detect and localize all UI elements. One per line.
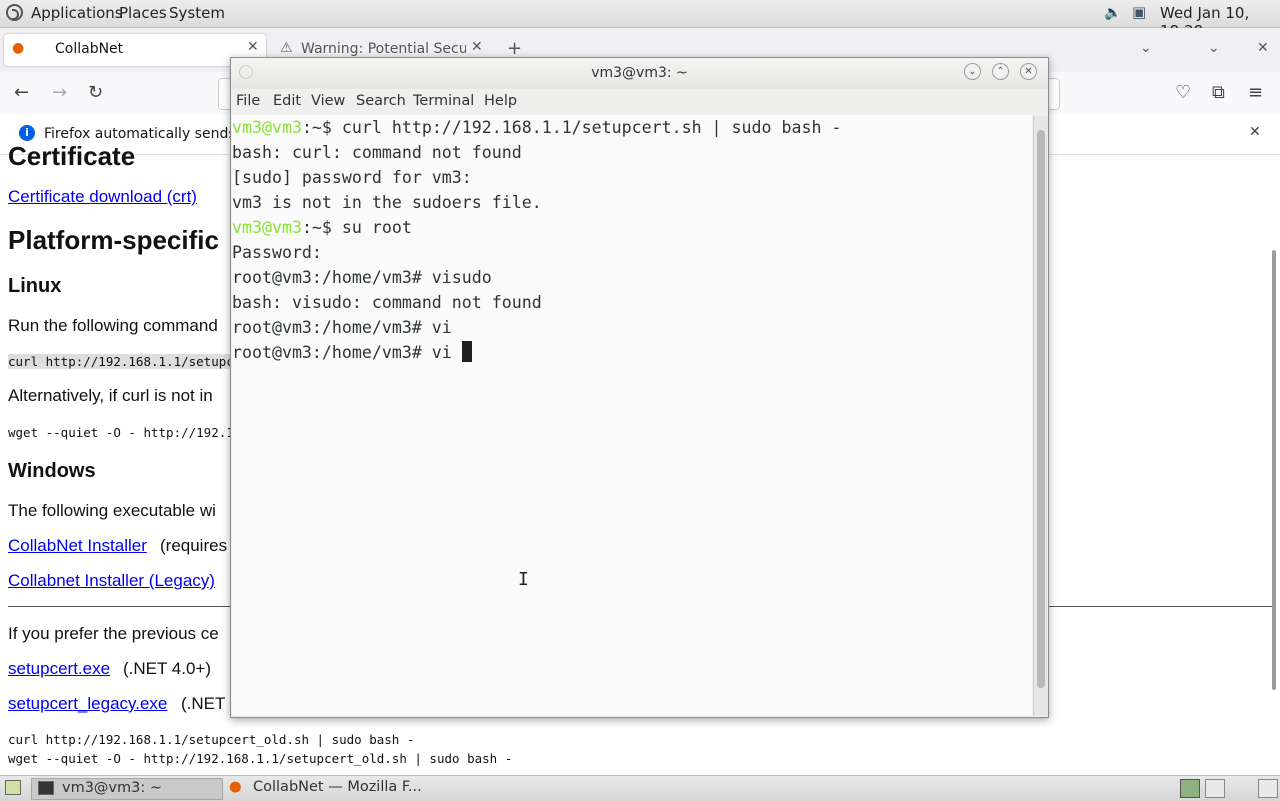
- terminal-line: vm3@vm3:~$ su root: [232, 218, 412, 237]
- workspace-switcher[interactable]: [1180, 779, 1200, 798]
- tab-title: Warning: Potential Secu: [301, 41, 466, 57]
- menu-file[interactable]: File: [236, 93, 260, 109]
- terminal-titlebar[interactable]: vm3@vm3: ~ ⌄ ⌃ ✕: [231, 58, 1048, 89]
- places-menu[interactable]: Places: [119, 4, 167, 22]
- ibeam-cursor-icon: I: [518, 569, 529, 590]
- workspace-2[interactable]: [1205, 779, 1225, 798]
- top-panel: Applications Places System 🔈 ▣ Wed Jan 1…: [0, 0, 1280, 40]
- terminal-window: vm3@vm3: ~ ⌄ ⌃ ✕ File Edit View Search T…: [230, 57, 1049, 718]
- network-icon[interactable]: ▣: [1132, 3, 1146, 21]
- old-wget-code: wget --quiet -O - http://192.168.1.1/set…: [8, 751, 513, 766]
- tab-title: CollabNet: [55, 41, 124, 57]
- alt-text: Alternatively, if curl is not in: [8, 386, 213, 405]
- taskbar: vm3@vm3: ~ ● CollabNet — Mozilla F...: [0, 775, 1280, 801]
- list-tabs-icon[interactable]: ⌄: [1140, 40, 1152, 56]
- system-menu[interactable]: System: [169, 4, 225, 22]
- close-icon[interactable]: ✕: [1020, 63, 1037, 80]
- pocket-icon[interactable]: ♡: [1175, 82, 1191, 103]
- taskbar-item-firefox[interactable]: ● CollabNet — Mozilla F...: [226, 778, 426, 798]
- setupcert-legacy-suffix: (.NET: [181, 694, 226, 713]
- terminal-line: vm3 is not in the sudoers file.: [232, 193, 542, 212]
- menu-terminal[interactable]: Terminal: [413, 93, 474, 109]
- new-tab-icon[interactable]: +: [507, 38, 522, 59]
- platform-heading: Platform-specific: [8, 225, 219, 255]
- back-icon[interactable]: ←: [14, 82, 29, 103]
- extensions-icon[interactable]: ⧉: [1212, 82, 1225, 103]
- close-tab-icon[interactable]: ✕: [247, 39, 259, 55]
- terminal-line: root@vm3:/home/vm3# vi: [232, 318, 452, 337]
- terminal-menubar: File Edit View Search Terminal Help: [231, 89, 1048, 115]
- menu-icon[interactable]: ≡: [1248, 82, 1263, 103]
- certificate-heading: Certificate: [8, 141, 136, 171]
- minimize-icon[interactable]: ⌄: [964, 63, 981, 80]
- terminal-line: Password:: [232, 243, 322, 262]
- menu-help[interactable]: Help: [484, 93, 517, 109]
- old-curl-code: curl http://192.168.1.1/setupcert_old.sh…: [8, 732, 415, 747]
- setupcert-suffix: (.NET 4.0+): [123, 659, 212, 678]
- terminal-line: bash: curl: command not found: [232, 143, 522, 162]
- terminal-line: vm3@vm3:~$ curl http://192.168.1.1/setup…: [232, 118, 842, 137]
- firefox-icon: ●: [12, 40, 25, 56]
- linux-code: curl http://192.168.1.1/setupce: [8, 354, 242, 369]
- firefox-icon: ●: [229, 779, 242, 795]
- warning-icon: ⚠: [280, 40, 293, 56]
- setupcert-link[interactable]: setupcert.exe: [8, 659, 110, 679]
- terminal-line: root@vm3:/home/vm3# vi: [232, 340, 472, 365]
- close-window-icon[interactable]: ✕: [1257, 40, 1269, 56]
- close-notification-icon[interactable]: ✕: [1249, 124, 1261, 140]
- terminal-line: root@vm3:/home/vm3# visudo: [232, 268, 492, 287]
- menu-edit[interactable]: Edit: [273, 93, 301, 109]
- terminal-line: bash: visudo: command not found: [232, 293, 542, 312]
- certificate-download-link[interactable]: Certificate download (crt): [8, 187, 197, 207]
- scrollbar-thumb[interactable]: [1037, 130, 1045, 688]
- tab-collabnet[interactable]: ● CollabNet ✕: [4, 34, 266, 66]
- linux-heading: Linux: [8, 275, 62, 297]
- show-desktop-icon[interactable]: [5, 780, 21, 795]
- page-scrollbar[interactable]: [1272, 250, 1276, 690]
- collabnet-installer-link[interactable]: CollabNet Installer: [8, 536, 147, 556]
- text-cursor: [461, 341, 472, 362]
- close-tab-icon[interactable]: ✕: [471, 39, 483, 55]
- windows-text: The following executable wi: [8, 501, 216, 520]
- forward-icon[interactable]: →: [52, 82, 67, 103]
- setupcert-legacy-link[interactable]: setupcert_legacy.exe: [8, 694, 167, 714]
- windows-heading: Windows: [8, 460, 96, 482]
- reload-icon[interactable]: ↻: [88, 82, 103, 103]
- taskbar-item-terminal[interactable]: vm3@vm3: ~: [31, 778, 223, 800]
- terminal-output[interactable]: vm3@vm3:~$ curl http://192.168.1.1/setup…: [232, 115, 1032, 715]
- legacy-installer-link[interactable]: Collabnet Installer (Legacy): [8, 571, 215, 591]
- terminal-icon: [38, 781, 54, 795]
- notification-text: Firefox automatically sends s: [44, 126, 248, 142]
- info-icon: i: [19, 125, 35, 141]
- menu-search[interactable]: Search: [356, 93, 406, 109]
- linux-text: Run the following command: [8, 316, 218, 335]
- trash-icon[interactable]: [1258, 779, 1278, 798]
- taskbar-label: vm3@vm3: ~: [62, 780, 163, 796]
- taskbar-label: CollabNet — Mozilla F...: [253, 779, 422, 795]
- applications-menu[interactable]: Applications: [31, 4, 123, 22]
- distro-logo-icon[interactable]: [6, 4, 23, 21]
- terminal-scrollbar[interactable]: [1033, 116, 1048, 716]
- wget-code: wget --quiet -O - http://192.16: [8, 425, 242, 440]
- terminal-title: vm3@vm3: ~: [591, 65, 688, 81]
- installer-suffix: (requires: [160, 536, 228, 555]
- maximize-icon[interactable]: ⌃: [992, 63, 1009, 80]
- volume-icon[interactable]: 🔈: [1104, 5, 1121, 21]
- prefer-text: If you prefer the previous ce: [8, 624, 219, 643]
- terminal-line: [sudo] password for vm3:: [232, 168, 472, 187]
- minimize-icon[interactable]: ⌄: [1208, 40, 1220, 56]
- menu-view[interactable]: View: [311, 93, 345, 109]
